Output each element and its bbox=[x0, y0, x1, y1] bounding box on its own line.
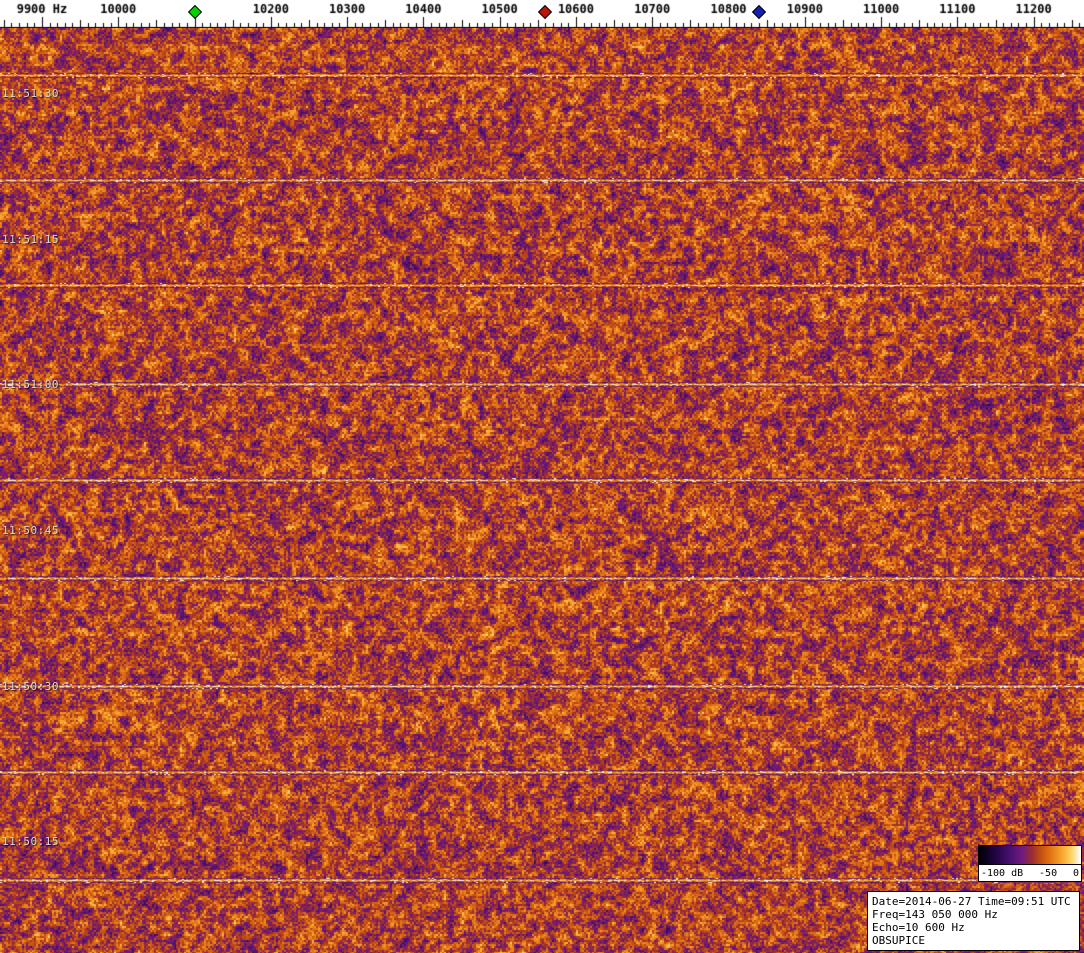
time-label: 11:51:00 bbox=[2, 378, 59, 391]
marker-green[interactable] bbox=[187, 4, 202, 20]
color-gradient-bar bbox=[979, 846, 1081, 865]
time-label: 11:51:15 bbox=[2, 233, 59, 246]
time-label: 11:50:15 bbox=[2, 835, 59, 848]
spectrogram-window: 11:51:30 11:51:15 11:51:00 11:50:45 11:50:30… bbox=[0, 0, 1084, 953]
info-station: OBSUPICE bbox=[872, 934, 925, 947]
waterfall-display bbox=[0, 28, 1084, 953]
time-label: 11:50:45 bbox=[2, 524, 59, 537]
info-frequency: Freq=143 050 000 Hz bbox=[872, 908, 998, 921]
time-label: 11:50:30 bbox=[2, 680, 59, 693]
observation-info-box: Date=2014-06-27 Time=09:51 UTC Freq=143 … bbox=[867, 891, 1080, 951]
marker-blue[interactable] bbox=[751, 4, 767, 20]
legend-mid-label: -50 bbox=[1039, 867, 1058, 879]
frequency-markers bbox=[0, 0, 1084, 28]
time-label: 11:51:30 bbox=[2, 87, 59, 100]
legend-min-label: -100 dB bbox=[981, 867, 1024, 879]
info-echo: Echo=10 600 Hz bbox=[872, 921, 965, 934]
color-scale-legend: -100 dB -50 0 bbox=[978, 845, 1082, 882]
legend-max-label: 0 bbox=[1072, 867, 1079, 879]
marker-red[interactable] bbox=[538, 4, 553, 20]
info-date-time: Date=2014-06-27 Time=09:51 UTC bbox=[872, 895, 1071, 908]
legend-labels: -100 dB -50 0 bbox=[979, 865, 1081, 881]
